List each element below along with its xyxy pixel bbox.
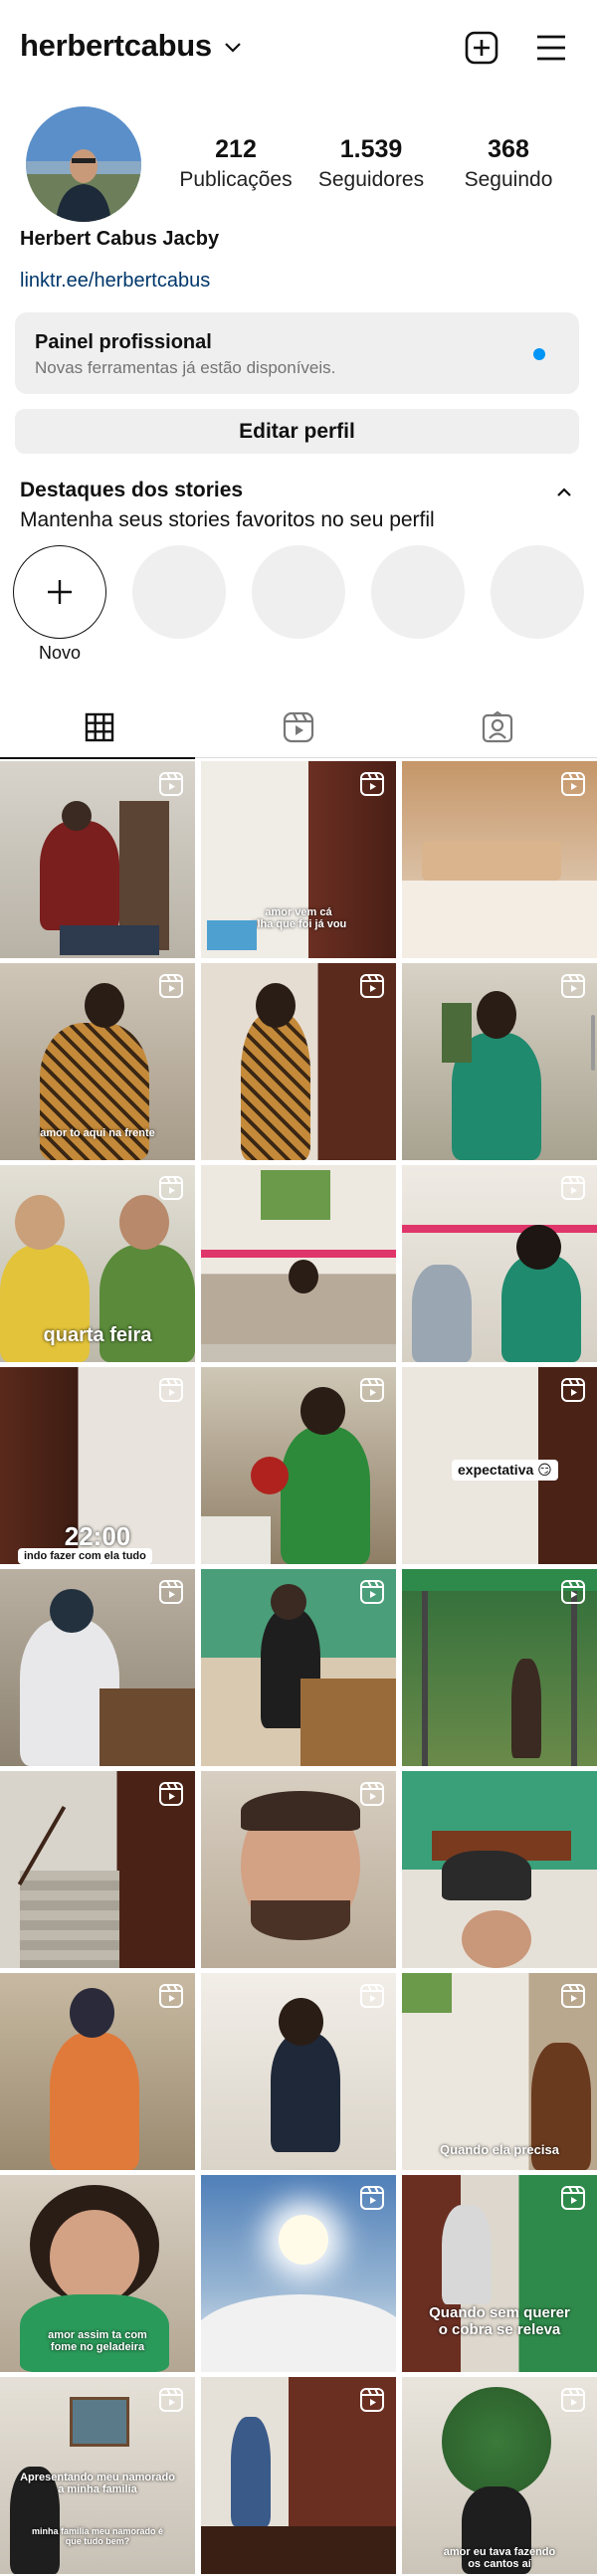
post-thumbnail[interactable]: [402, 963, 597, 1160]
profile-tabs: [0, 696, 597, 759]
tab-reels[interactable]: [199, 696, 398, 758]
post-caption: indo fazer com ela tudo: [18, 1548, 152, 1564]
post-thumbnail[interactable]: [402, 1165, 597, 1362]
bio-link[interactable]: linktr.ee/herbertcabus: [20, 270, 210, 293]
posts-count-value: 212: [215, 135, 257, 163]
following-count[interactable]: 368 Seguindo: [444, 135, 573, 192]
grid-icon: [85, 712, 114, 742]
post-thumbnail[interactable]: [402, 761, 597, 958]
post-thumbnail[interactable]: [0, 761, 195, 958]
following-count-value: 368: [488, 135, 529, 163]
post-caption: Apresentando meu namorado a minha famili…: [20, 2472, 175, 2495]
username: herbertcabus: [20, 28, 212, 63]
chevron-down-icon: [225, 43, 241, 53]
highlight-placeholder: [491, 545, 584, 639]
post-caption: Quando sem querer o cobra se releva: [429, 2304, 570, 2338]
avatar[interactable]: [26, 106, 141, 222]
highlight-placeholder: [371, 545, 465, 639]
followers-count-label: Seguidores: [317, 168, 425, 191]
post-thumbnail[interactable]: [201, 2377, 396, 2574]
new-highlight-label: Novo: [38, 643, 82, 663]
post-caption: amor to aqui na frente: [40, 1127, 155, 1139]
highlights-title: Destaques dos stories: [20, 479, 244, 501]
post-thumbnail[interactable]: [0, 1973, 195, 2170]
pro-panel-title: Painel profissional: [35, 331, 212, 353]
highlight-placeholder: [252, 545, 345, 639]
post-thumbnail[interactable]: amor vem cá olha que foi já vou: [201, 761, 396, 958]
plus-icon: [48, 580, 72, 604]
post-thumbnail[interactable]: [201, 963, 396, 1160]
post-thumbnail[interactable]: [201, 1569, 396, 1766]
post-thumbnail[interactable]: Apresentando meu namorado a minha famili…: [0, 2377, 195, 2574]
active-tab-indicator: [0, 757, 195, 759]
post-thumbnail[interactable]: quarta feira: [0, 1165, 195, 1362]
post-caption: quarta feira: [43, 1324, 152, 1346]
post-caption: Quando ela precisa: [440, 2142, 559, 2157]
post-thumbnail[interactable]: [0, 1569, 195, 1766]
edit-profile-button[interactable]: Editar perfil: [15, 409, 579, 454]
pro-panel-subtitle: Novas ferramentas já estão disponíveis.: [35, 358, 336, 377]
post-thumbnail[interactable]: [201, 1771, 396, 1968]
posts-count[interactable]: 212 Publicações: [171, 135, 300, 192]
post-thumbnail[interactable]: [201, 1165, 396, 1362]
post-thumbnail[interactable]: [402, 1569, 597, 1766]
menu-icon[interactable]: [531, 28, 571, 68]
top-bar: herbertcabus: [0, 0, 597, 98]
new-highlight-button[interactable]: [13, 545, 106, 639]
tagged-icon: [482, 710, 513, 743]
post-thumbnail[interactable]: expectativa 😏: [402, 1367, 597, 1564]
full-name: Herbert Cabus Jacby: [20, 228, 220, 250]
post-thumbnail[interactable]: [201, 2175, 396, 2372]
chevron-up-icon[interactable]: [553, 482, 575, 503]
followers-count-value: 1.539: [339, 135, 403, 163]
posts-count-label: Publicações: [179, 168, 293, 191]
highlight-placeholder: [132, 545, 226, 639]
scrollbar[interactable]: [591, 1015, 595, 1071]
post-caption: amor assim ta com fome no geladeira: [48, 2329, 147, 2353]
highlights-subtitle: Mantenha seus stories favoritos no seu p…: [20, 508, 435, 531]
post-caption: amor eu tava fazendo os cantos aí: [443, 2546, 556, 2570]
post-thumbnail[interactable]: [201, 1367, 396, 1564]
new-post-icon[interactable]: [462, 28, 501, 68]
account-switcher[interactable]: herbertcabus: [20, 28, 242, 64]
post-thumbnail[interactable]: [201, 1973, 396, 2170]
post-thumbnail[interactable]: Quando ela precisa: [402, 1973, 597, 2170]
post-thumbnail[interactable]: amor assim ta com fome no geladeira: [0, 2175, 195, 2372]
post-thumbnail[interactable]: amor eu tava fazendo os cantos aí: [402, 2377, 597, 2574]
tab-grid[interactable]: [0, 696, 199, 759]
post-thumbnail[interactable]: [0, 1771, 195, 1968]
followers-count[interactable]: 1.539 Seguidores: [306, 135, 436, 192]
post-caption: expectativa 😏: [452, 1460, 558, 1481]
post-caption: minha familia meu namorado é que tudo be…: [31, 2526, 164, 2546]
post-thumbnail[interactable]: [402, 1771, 597, 1968]
post-thumbnail[interactable]: amor to aqui na frente: [0, 963, 195, 1160]
notification-dot: [533, 348, 545, 360]
professional-dashboard[interactable]: Painel profissional Novas ferramentas já…: [15, 312, 579, 394]
following-count-label: Seguindo: [464, 168, 553, 191]
reels-icon: [283, 711, 314, 743]
post-thumbnail[interactable]: Quando sem querer o cobra se releva: [402, 2175, 597, 2372]
post-thumbnail[interactable]: 22:00 indo fazer com ela tudo: [0, 1367, 195, 1564]
tab-tagged[interactable]: [398, 696, 597, 758]
